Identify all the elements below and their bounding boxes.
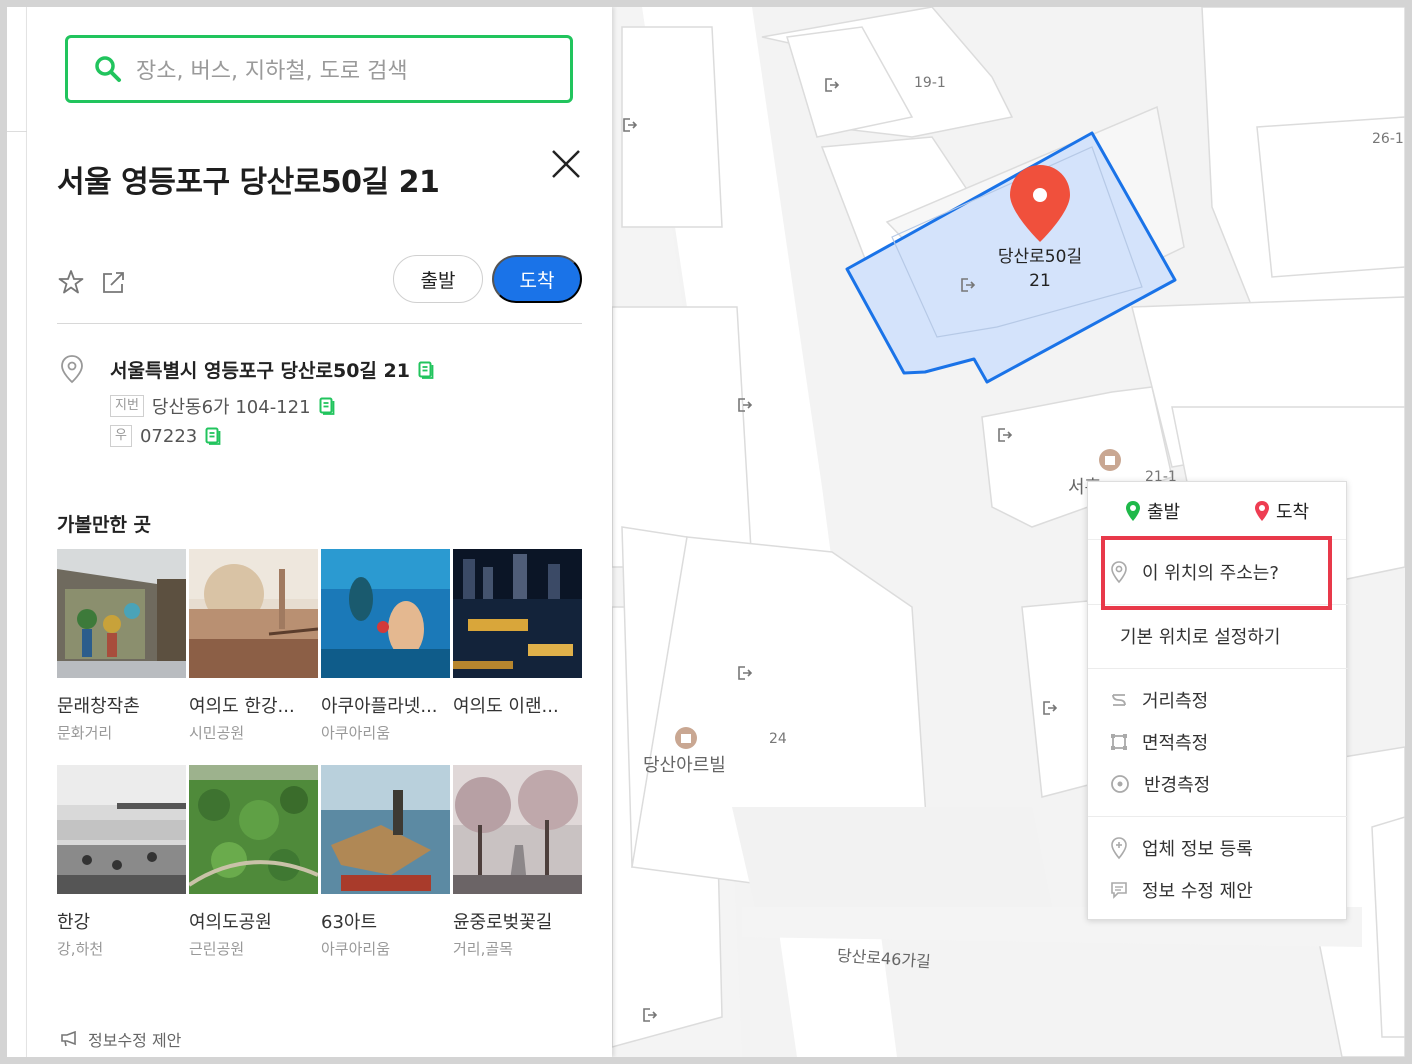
recommend-category: 문화거리 — [57, 724, 113, 742]
menu-separator — [1088, 816, 1348, 817]
context-arrive[interactable]: 도착 — [1217, 498, 1346, 524]
recommend-thumbnail[interactable] — [453, 765, 582, 894]
report-link[interactable]: 정보수정 제안 — [60, 1027, 181, 1051]
search-input[interactable]: 장소, 버스, 지하철, 도로 검색 — [65, 35, 573, 103]
road-address: 서울특별시 영등포구 당산로50길 21 — [110, 356, 434, 383]
add-place-icon — [1111, 837, 1127, 860]
map-label: 19-1 — [914, 75, 946, 91]
menu-measure-area-label: 면적측정 — [1142, 733, 1209, 754]
area-icon — [1111, 734, 1127, 750]
close-icon[interactable] — [549, 147, 583, 181]
share-icon[interactable] — [101, 269, 127, 295]
copy-icon[interactable] — [319, 397, 335, 415]
recommend-name: 한강 — [57, 912, 91, 933]
arrive-button[interactable]: 도착 — [492, 255, 582, 303]
recommend-thumbnail[interactable] — [321, 549, 450, 678]
recommend-name: 여의도 한강... — [189, 696, 295, 717]
menu-measure-distance[interactable]: 거리측정 — [1088, 679, 1348, 721]
recommend-thumbnail[interactable] — [189, 765, 318, 894]
menu-separator — [1088, 668, 1348, 669]
report-label: 정보수정 제안 — [88, 1031, 182, 1050]
menu-register-business-label: 업체 정보 등록 — [1142, 839, 1253, 860]
postal-tag: 우 — [110, 425, 132, 447]
jibun-address: 지번 당산동6가 104-121 — [110, 393, 335, 419]
recommend-card[interactable]: 여의도공원 근린공원 — [189, 765, 318, 959]
jibun-tag: 지번 — [110, 395, 144, 417]
menu-measure-distance-label: 거리측정 — [1142, 691, 1209, 712]
map-context-menu: 출발 도착 이 위치의 주소는? 기본 위치로 설정하기 거리측정 면적측정 반… — [1087, 481, 1348, 920]
recommend-card[interactable]: 윤중로벚꽃길 거리,골목 — [453, 765, 582, 959]
menu-measure-radius[interactable]: 반경측정 — [1088, 763, 1348, 805]
recommend-thumbnail[interactable] — [189, 549, 318, 678]
menu-measure-area[interactable]: 면적측정 — [1088, 721, 1348, 763]
context-route-row: 출발 도착 — [1088, 482, 1346, 540]
comment-icon — [1111, 882, 1127, 899]
location-pin-icon — [61, 355, 83, 384]
green-pin-icon — [1125, 500, 1140, 521]
context-depart[interactable]: 출발 — [1088, 498, 1217, 524]
collapsed-side-strip — [7, 7, 27, 1057]
red-pin-icon — [1254, 500, 1269, 521]
recommend-name: 여의도 이랜... — [453, 696, 559, 717]
menu-suggest-edit[interactable]: 정보 수정 제안 — [1088, 869, 1348, 911]
megaphone-icon — [61, 1031, 76, 1047]
recommend-thumbnail[interactable] — [453, 549, 582, 678]
recommend-name: 여의도공원 — [189, 912, 272, 933]
star-icon[interactable] — [58, 269, 84, 295]
depart-button[interactable]: 출발 — [393, 255, 483, 303]
road-address-text: 서울특별시 영등포구 당산로50길 21 — [110, 360, 410, 382]
recommend-card[interactable]: 문래창작촌 문화거리 — [57, 549, 186, 743]
location-pin-icon — [1111, 561, 1127, 584]
context-arrive-label: 도착 — [1275, 501, 1310, 523]
recommend-thumbnail[interactable] — [57, 765, 186, 894]
radius-icon — [1111, 775, 1129, 793]
recommend-card[interactable]: 여의도 이랜... — [453, 549, 582, 722]
recommend-category: 강,하천 — [57, 940, 104, 958]
recommend-thumbnail[interactable] — [57, 549, 186, 678]
divider — [57, 323, 582, 324]
recommend-category: 아쿠아리움 — [321, 724, 391, 742]
recommend-category: 시민공원 — [189, 724, 245, 742]
recommend-category: 근린공원 — [189, 940, 245, 958]
search-placeholder: 장소, 버스, 지하철, 도로 검색 — [136, 59, 408, 84]
jibun-address-text: 당산동6가 104-121 — [151, 397, 311, 418]
recommend-category: 아쿠아리움 — [321, 940, 391, 958]
context-depart-label: 출발 — [1146, 501, 1181, 523]
selected-label-line1: 당산로50길 — [997, 247, 1083, 267]
selected-label-line2: 21 — [1029, 271, 1051, 291]
map-poi-label[interactable]: 당산아르빌 — [643, 751, 726, 777]
menu-set-default-label: 기본 위치로 설정하기 — [1120, 627, 1281, 648]
menu-address-query-label: 이 위치의 주소는? — [1142, 563, 1279, 584]
recommend-card[interactable]: 아쿠아플라넷... 아쿠아리움 — [321, 549, 450, 743]
postal-code: 우 07223 — [110, 425, 221, 447]
menu-set-default[interactable]: 기본 위치로 설정하기 — [1088, 615, 1348, 657]
recommend-thumbnail[interactable] — [321, 765, 450, 894]
recommend-title: 가볼만한 곳 — [57, 514, 152, 536]
recommend-card[interactable]: 63아트 아쿠아리움 — [321, 765, 450, 959]
map-label: 26-1 — [1372, 131, 1404, 147]
recommend-card[interactable]: 여의도 한강... 시민공원 — [189, 549, 318, 743]
search-icon — [95, 56, 121, 82]
recommend-category: 거리,골목 — [453, 940, 513, 958]
place-title: 서울 영등포구 당산로50길 21 — [57, 165, 440, 200]
menu-suggest-edit-label: 정보 수정 제안 — [1142, 881, 1253, 902]
copy-icon[interactable] — [418, 361, 434, 379]
place-panel: 장소, 버스, 지하철, 도로 검색 서울 영등포구 당산로50길 21 출발 … — [27, 7, 612, 1057]
recommend-name: 아쿠아플라넷... — [321, 696, 438, 717]
recommend-name: 문래창작촌 — [57, 696, 140, 717]
recommend-name: 윤중로벚꽃길 — [453, 912, 553, 933]
menu-address-query[interactable]: 이 위치의 주소는? — [1088, 551, 1348, 593]
menu-measure-radius-label: 반경측정 — [1144, 775, 1211, 796]
postal-code-text: 07223 — [139, 425, 198, 447]
menu-register-business[interactable]: 업체 정보 등록 — [1088, 827, 1348, 869]
map-label: 24 — [769, 731, 787, 747]
distance-icon — [1112, 694, 1126, 706]
menu-separator — [1088, 604, 1348, 605]
selected-parcel-label: 당산로50길 21 — [992, 245, 1088, 293]
copy-icon[interactable] — [205, 427, 221, 445]
recommend-name: 63아트 — [321, 912, 378, 933]
recommend-card[interactable]: 한강 강,하천 — [57, 765, 186, 959]
